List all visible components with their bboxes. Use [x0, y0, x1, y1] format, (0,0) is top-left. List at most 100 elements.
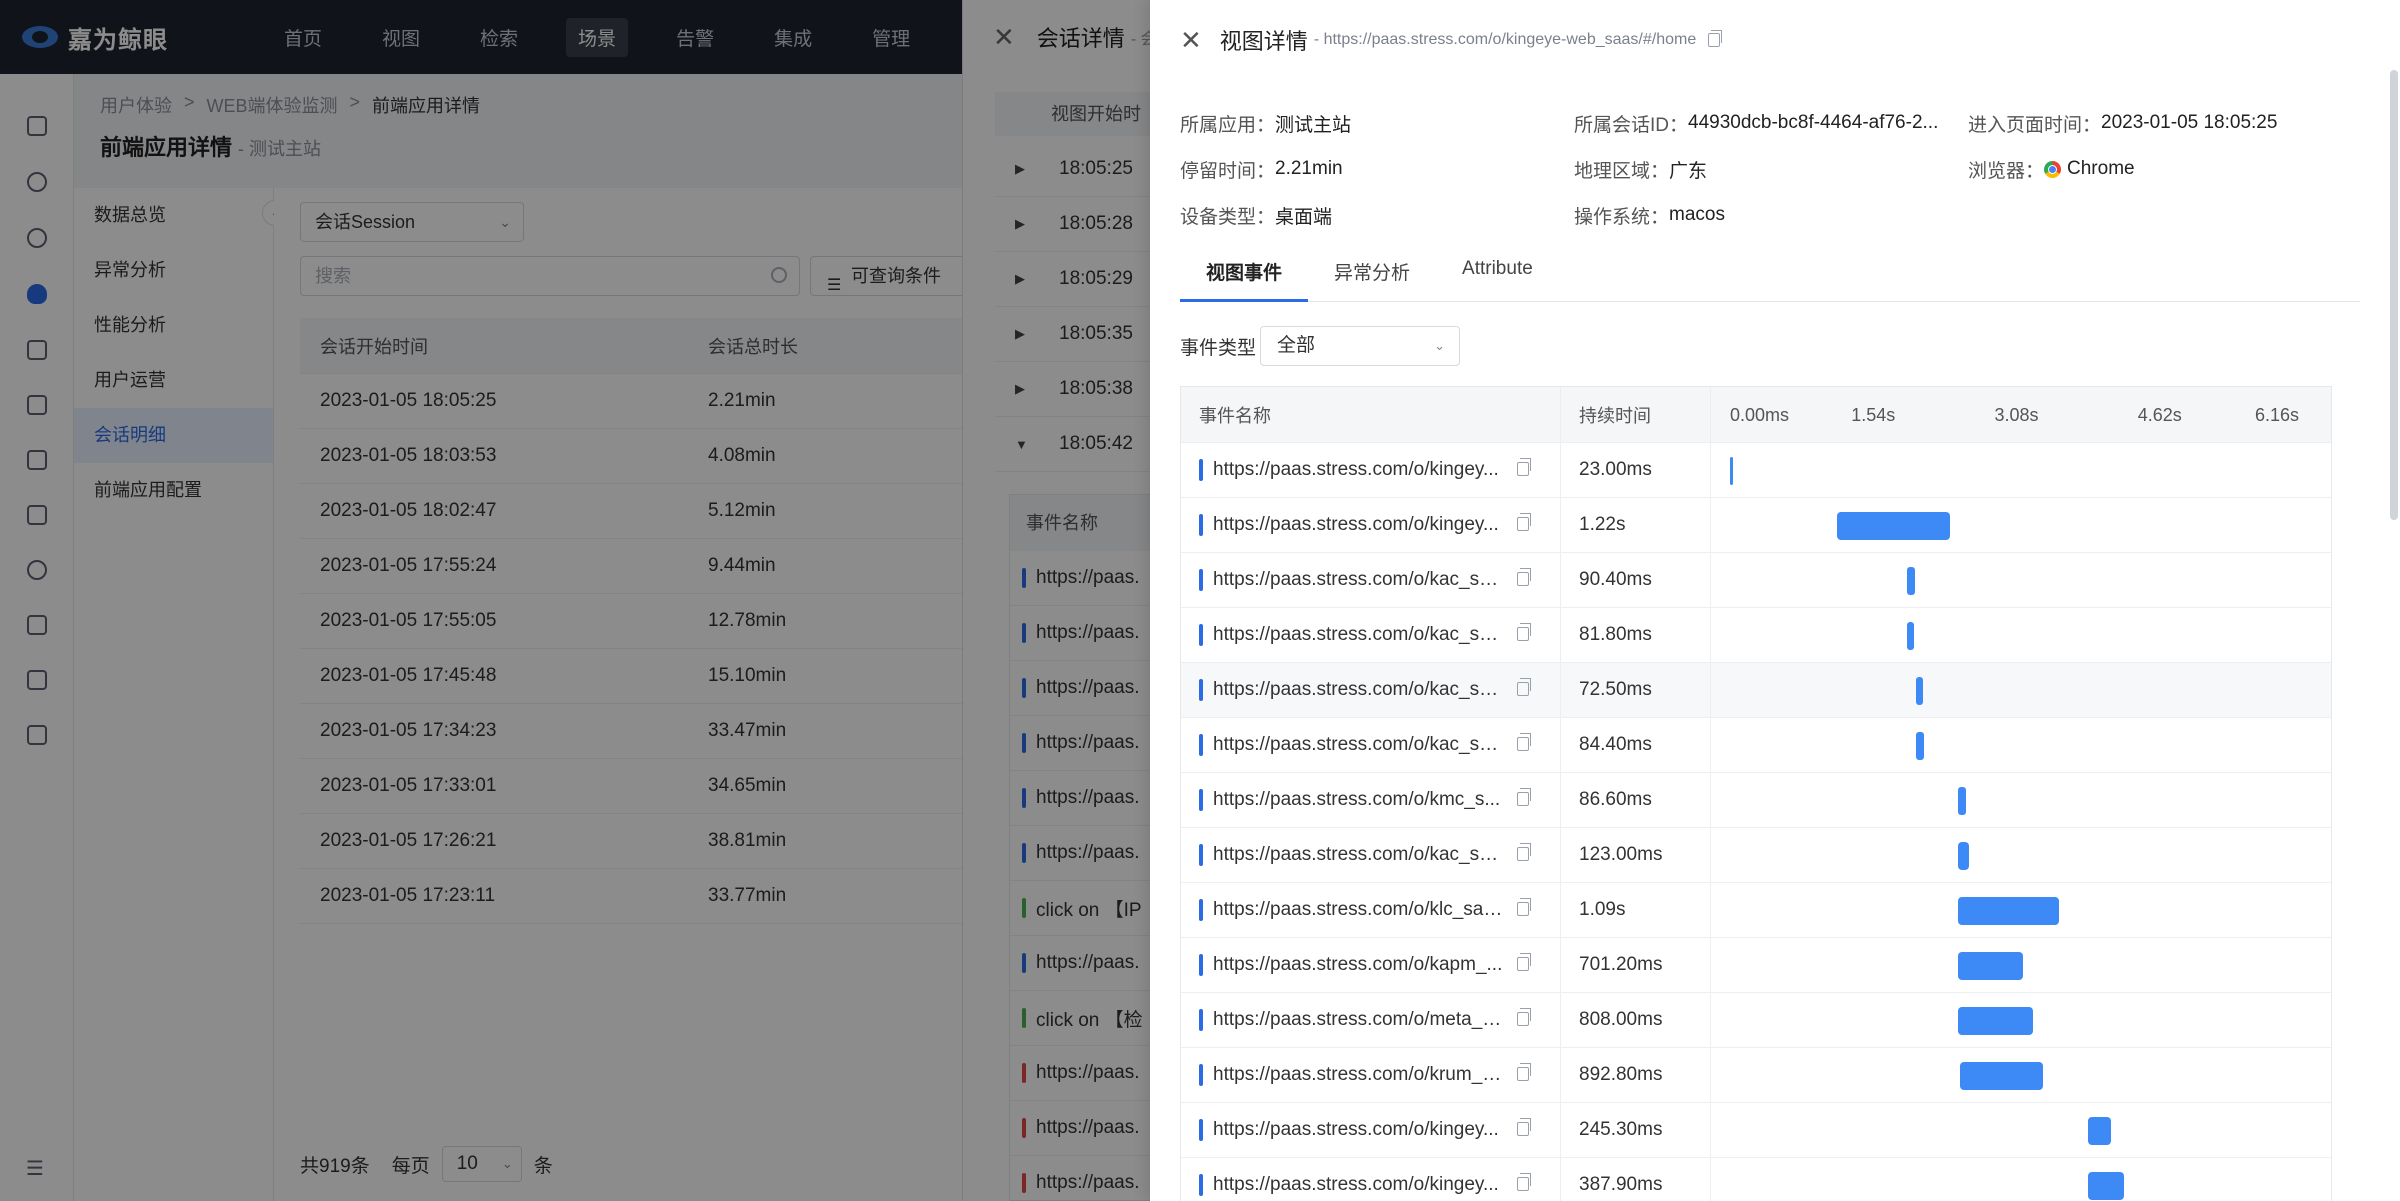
event-name[interactable]: https://paas.stress.com/o/kmc_s... [1213, 789, 1503, 811]
event-type-select[interactable]: 全部 ⌄ [1260, 326, 1461, 366]
copy-icon[interactable] [1517, 1118, 1531, 1136]
duration-bar[interactable] [1836, 512, 1951, 540]
event-duration: 245.30ms [1561, 1103, 1711, 1157]
event-name[interactable]: https://paas.stress.com/o/kac_sa... [1213, 734, 1503, 756]
info-value: 2023-01-05 18:05:25 [2101, 112, 2278, 133]
timeline-cell [1711, 1048, 2331, 1102]
event-name[interactable]: https://paas.stress.com/o/kapm_... [1213, 954, 1503, 976]
axis-tick-label: 6.16s [2255, 405, 2300, 425]
drawer-tabs: 视图事件 异常分析 Attribute [1180, 250, 2360, 302]
copy-icon[interactable] [1708, 30, 1723, 47]
copy-icon[interactable] [1517, 1063, 1531, 1081]
copy-icon[interactable] [1517, 1173, 1531, 1191]
event-name[interactable]: https://paas.stress.com/o/kac_sa... [1213, 624, 1503, 646]
duration-bar[interactable] [1906, 622, 1915, 650]
duration-bar[interactable] [2088, 1172, 2125, 1200]
tab-view-events[interactable]: 视图事件 [1180, 250, 1309, 302]
duration-bar[interactable] [1957, 1007, 2034, 1035]
table-row[interactable]: https://paas.stress.com/o/kac_sa... 84.40… [1181, 718, 2331, 773]
timeline-axis: 0.00ms 1.54s 3.08s 4.62s 6.16s [1711, 387, 2331, 442]
modal-overlay[interactable] [0, 0, 1150, 1201]
timeline-cell [1711, 498, 2331, 552]
table-row[interactable]: https://paas.stress.com/o/kingey... 387.9… [1181, 1158, 2331, 1201]
table-row[interactable]: https://paas.stress.com/o/kingey... 23.00… [1181, 443, 2331, 498]
event-name[interactable]: https://paas.stress.com/o/kingey... [1213, 1174, 1503, 1196]
duration-bar[interactable] [1730, 457, 1733, 485]
duration-bar[interactable] [1957, 787, 1966, 815]
event-type-marker [1199, 1174, 1203, 1196]
event-name[interactable]: https://paas.stress.com/o/kac_sa... [1213, 569, 1503, 591]
event-name[interactable]: https://paas.stress.com/o/krum_s... [1213, 1064, 1503, 1086]
copy-icon[interactable] [1517, 788, 1531, 806]
event-name[interactable]: https://paas.stress.com/o/klc_saa... [1213, 899, 1503, 921]
copy-icon[interactable] [1517, 953, 1531, 971]
copy-icon[interactable] [1517, 843, 1531, 861]
duration-bar[interactable] [1957, 952, 2024, 980]
copy-icon[interactable] [1517, 568, 1531, 586]
table-row[interactable]: https://paas.stress.com/o/krum_s... 892.8… [1181, 1048, 2331, 1103]
event-duration: 387.90ms [1561, 1158, 1711, 1201]
event-duration: 123.00ms [1561, 828, 1711, 882]
info-label: 进入页面时间： [1968, 114, 2102, 136]
close-icon[interactable]: ✕ [1180, 25, 1202, 56]
tab-exception-analysis[interactable]: 异常分析 [1308, 250, 1436, 302]
axis-tick-label: 0.00ms [1730, 405, 1790, 425]
timeline-cell [1711, 993, 2331, 1047]
info-label: 操作系统： [1574, 206, 1670, 228]
table-row[interactable]: https://paas.stress.com/o/kac_sa... 123.0… [1181, 828, 2331, 883]
timeline-cell [1711, 883, 2331, 937]
duration-bar[interactable] [1916, 732, 1924, 760]
event-name[interactable]: https://paas.stress.com/o/kac_sa... [1213, 844, 1503, 866]
event-type-marker [1199, 624, 1203, 646]
table-row[interactable]: https://paas.stress.com/o/meta_s... 808.0… [1181, 993, 2331, 1048]
table-row[interactable]: https://paas.stress.com/o/kingey... 245.3… [1181, 1103, 2331, 1158]
duration-bar[interactable] [1916, 677, 1923, 705]
event-name-cell: https://paas.stress.com/o/kingey... [1181, 443, 1561, 497]
event-type-marker [1199, 789, 1203, 811]
chrome-icon [2044, 160, 2062, 178]
info-label: 地理区域： [1574, 160, 1670, 182]
event-name-cell: https://paas.stress.com/o/kac_sa... [1181, 718, 1561, 772]
copy-icon[interactable] [1517, 458, 1531, 476]
event-name[interactable]: https://paas.stress.com/o/kingey... [1213, 1119, 1503, 1141]
duration-bar[interactable] [1957, 897, 2060, 925]
event-name-cell: https://paas.stress.com/o/kapm_... [1181, 938, 1561, 992]
copy-icon[interactable] [1517, 733, 1531, 751]
axis-tick-label: 1.54s [1851, 405, 1896, 425]
info-row: 所属应用： 测试主站 所属会话ID： 44930dcb-bc8f-4464-af76… [1180, 100, 2360, 146]
info-row: 设备类型： 桌面端 操作系统： macos [1180, 192, 2360, 238]
table-row[interactable]: https://paas.stress.com/o/kac_sa... 81.80… [1181, 608, 2331, 663]
table-row[interactable]: https://paas.stress.com/o/kac_sa... 90.40… [1181, 553, 2331, 608]
event-type-marker [1199, 1064, 1203, 1086]
info-label: 停留时间： [1180, 160, 1276, 182]
timeline-cell [1711, 773, 2331, 827]
tab-attribute[interactable]: Attribute [1436, 250, 1559, 302]
table-row[interactable]: https://paas.stress.com/o/klc_saa... 1.09… [1181, 883, 2331, 938]
table-row[interactable]: https://paas.stress.com/o/kac_sa... 72.50… [1181, 663, 2331, 718]
event-name[interactable]: https://paas.stress.com/o/kingey... [1213, 514, 1503, 536]
info-value: 44930dcb-bc8f-4464-af76-2... [1688, 112, 1939, 133]
copy-icon[interactable] [1517, 1008, 1531, 1026]
duration-bar[interactable] [1906, 567, 1916, 595]
copy-icon[interactable] [1517, 623, 1531, 641]
event-name[interactable]: https://paas.stress.com/o/meta_s... [1213, 1009, 1503, 1031]
column-header-duration: 持续时间 [1561, 387, 1711, 442]
duration-bar[interactable] [1957, 842, 1970, 870]
duration-bar[interactable] [1959, 1062, 2043, 1090]
duration-bar[interactable] [2088, 1117, 2111, 1145]
table-row[interactable]: https://paas.stress.com/o/kingey... 1.22s [1181, 498, 2331, 553]
event-name-cell: https://paas.stress.com/o/kingey... [1181, 1158, 1561, 1201]
info-value: 广东 [1669, 160, 1708, 182]
timeline-cell [1711, 663, 2331, 717]
drawer-scrollbar[interactable] [2390, 70, 2398, 520]
copy-icon[interactable] [1517, 513, 1531, 531]
table-row[interactable]: https://paas.stress.com/o/kapm_... 701.20… [1181, 938, 2331, 993]
event-name[interactable]: https://paas.stress.com/o/kac_sa... [1213, 679, 1503, 701]
event-type-marker [1199, 1119, 1203, 1141]
event-type-marker [1199, 679, 1203, 701]
info-value: 2.21min [1275, 158, 1343, 179]
copy-icon[interactable] [1517, 898, 1531, 916]
table-row[interactable]: https://paas.stress.com/o/kmc_s... 86.60m… [1181, 773, 2331, 828]
copy-icon[interactable] [1517, 678, 1531, 696]
event-name[interactable]: https://paas.stress.com/o/kingey... [1213, 459, 1503, 481]
